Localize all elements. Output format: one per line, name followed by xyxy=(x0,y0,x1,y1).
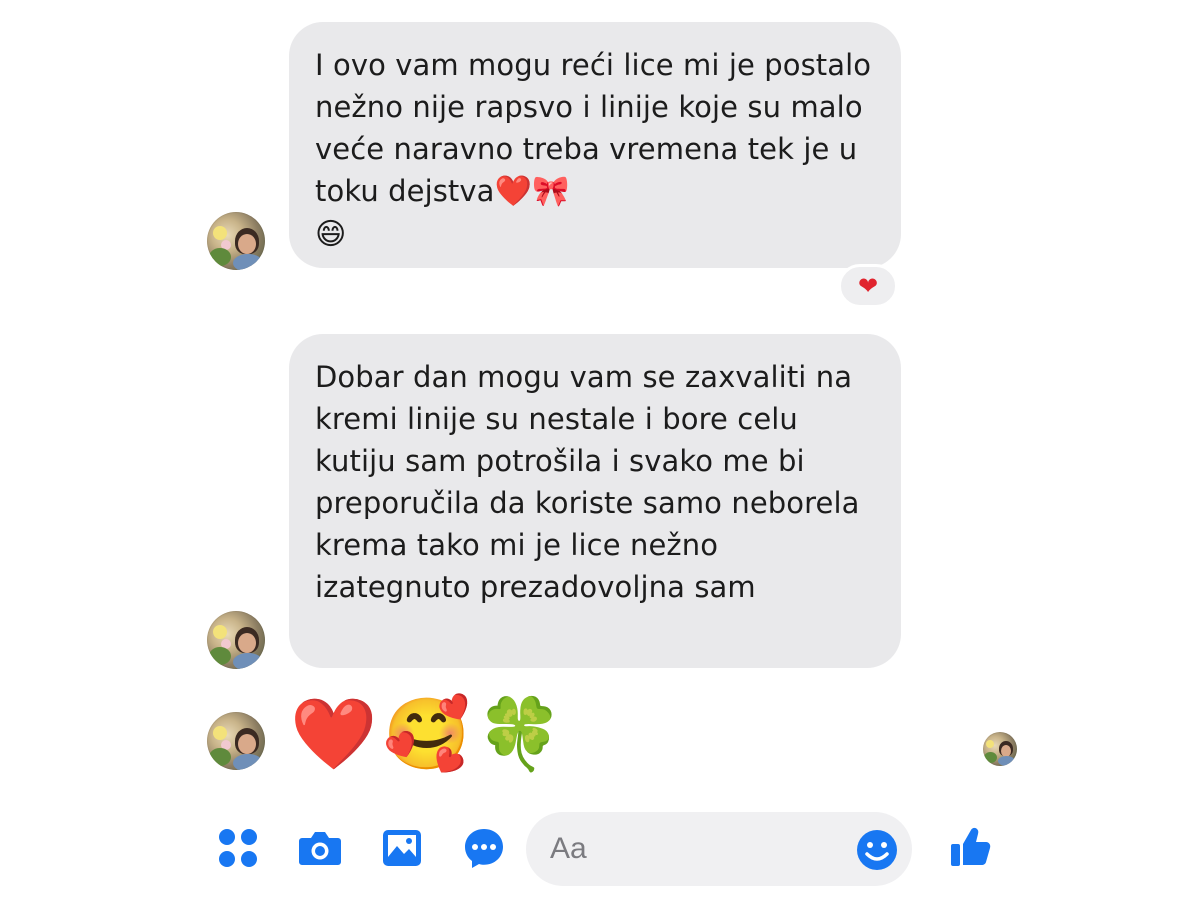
sender-avatar[interactable] xyxy=(207,212,265,270)
emoji-smile-icon[interactable] xyxy=(856,829,898,871)
message-text-2: Dobar dan mogu vam se zaxvaliti na kremi… xyxy=(315,360,869,604)
image-icon[interactable] xyxy=(380,826,424,870)
message-grin-emoji: 😄 xyxy=(315,217,347,252)
camera-icon[interactable] xyxy=(298,826,342,870)
apps-grid-icon[interactable] xyxy=(216,826,260,870)
message-input-placeholder: Aa xyxy=(550,832,587,865)
chat-bubble-icon[interactable] xyxy=(462,826,506,870)
sender-avatar[interactable] xyxy=(207,712,265,770)
message-text-1: I ovo vam mogu reći lice mi je postalo n… xyxy=(315,48,881,208)
message-bubble-2[interactable]: Dobar dan mogu vam se zaxvaliti na kremi… xyxy=(289,334,901,668)
four-leaf-clover-emoji: 🍀 xyxy=(476,693,564,775)
chat-view: I ovo vam mogu reći lice mi je postalo n… xyxy=(0,0,1200,900)
read-receipt-avatar xyxy=(983,732,1017,766)
thumbs-up-icon[interactable] xyxy=(948,824,994,870)
smiling-face-with-hearts-emoji: 🥰 xyxy=(383,693,471,775)
emoji-message[interactable]: ❤️ 🥰 🍀 xyxy=(290,694,564,774)
message-bubble-1[interactable]: I ovo vam mogu reći lice mi je postalo n… xyxy=(289,22,901,268)
sender-avatar[interactable] xyxy=(207,611,265,669)
message-input[interactable]: Aa xyxy=(526,812,912,886)
heart-reaction-badge[interactable]: ❤ xyxy=(838,264,898,308)
message-trailing-emojis: ❤️🎀 xyxy=(494,174,570,209)
red-heart-emoji: ❤️ xyxy=(290,693,378,775)
heart-reaction-icon: ❤ xyxy=(857,272,879,300)
